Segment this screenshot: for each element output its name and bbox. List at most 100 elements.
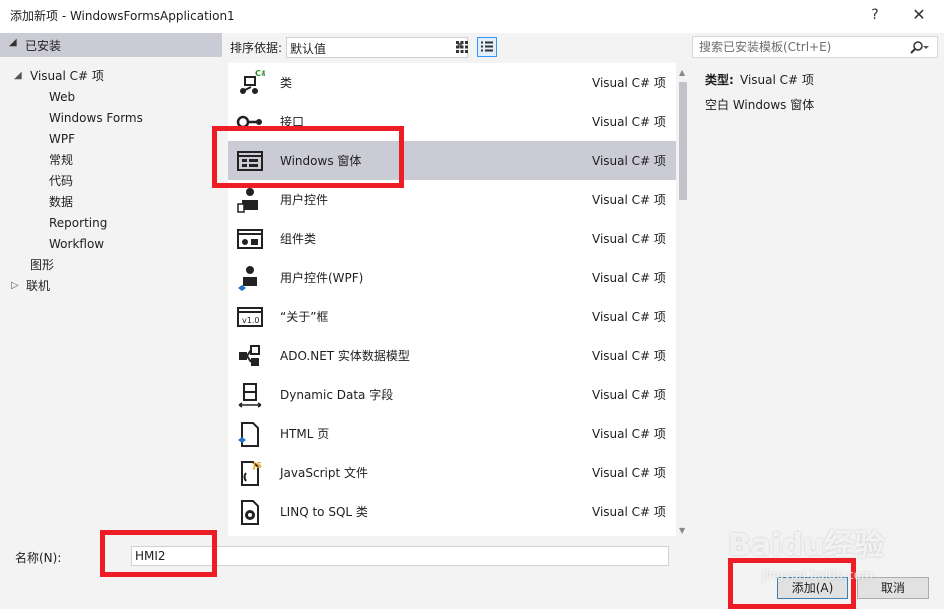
tree-item-label: 常规: [49, 153, 74, 167]
list-view-button[interactable]: [477, 37, 497, 57]
template-type: Visual C# 项: [592, 388, 666, 402]
template-row[interactable]: C# 类 Visual C# 项: [228, 63, 676, 102]
tree-item-label: 联机: [26, 279, 51, 293]
template-type: Visual C# 项: [592, 154, 666, 168]
collapse-arrow-icon[interactable]: ◢: [14, 66, 22, 86]
template-row[interactable]: ADO.NET 实体数据模型 Visual C# 项: [228, 336, 676, 375]
collapse-arrow-icon[interactable]: ◢: [9, 37, 17, 48]
template-name: 接口: [280, 115, 305, 129]
template-name: ADO.NET 实体数据模型: [280, 349, 410, 363]
category-panel: ◢ 已安装 ◢ Visual C# 项 Web Windows Forms WPF 常规代…: [0, 33, 222, 536]
installed-header[interactable]: ◢ 已安装: [0, 33, 222, 57]
template-row[interactable]: JS JavaScript 文件 Visual C# 项: [228, 453, 676, 492]
type-value: Visual C# 项: [740, 73, 814, 87]
template-row[interactable]: v1.0 “关于”框 Visual C# 项: [228, 297, 676, 336]
template-description: 空白 Windows 窗体: [705, 98, 815, 112]
wpf-user-control-icon: [235, 264, 265, 292]
template-name: 类: [280, 76, 293, 90]
template-list-panel: C#类Visual C# 项接口Visual C# 项Windows 窗体Vis…: [222, 60, 690, 536]
template-type: Visual C# 项: [592, 232, 666, 246]
tree-item[interactable]: 数据: [0, 192, 222, 212]
bottom-bar: 名称(N): 添加(A) 取消: [0, 536, 944, 609]
template-type: Visual C# 项: [592, 505, 666, 519]
template-name: Windows 窗体: [280, 154, 362, 168]
template-type: Visual C# 项: [592, 76, 666, 90]
sort-toolbar: 排序依据: 默认值 ▼: [222, 33, 690, 60]
grid-view-button[interactable]: [452, 37, 472, 57]
template-name: LINQ to SQL 类: [280, 505, 368, 519]
about-box-icon: v1.0: [235, 303, 265, 331]
tree-item[interactable]: Workflow: [0, 234, 222, 254]
template-list-scrollbar[interactable]: ▲ ▼: [676, 60, 690, 536]
template-name: “关于”框: [280, 310, 329, 324]
scrollbar-thumb[interactable]: [679, 82, 687, 200]
installed-header-label: 已安装: [25, 39, 62, 53]
html-page-icon: [235, 420, 265, 448]
entity-data-model-icon: [235, 342, 265, 370]
tree-item[interactable]: Windows Forms: [0, 108, 222, 128]
template-name: HTML 页: [280, 427, 330, 441]
template-type: Visual C# 项: [592, 349, 666, 363]
scroll-down-icon[interactable]: ▼: [679, 526, 685, 535]
template-row[interactable]: 接口 Visual C# 项: [228, 102, 676, 141]
expand-arrow-icon[interactable]: ▷: [11, 276, 19, 296]
template-type: Visual C# 项: [592, 115, 666, 129]
name-label: 名称(N):: [15, 551, 62, 565]
search-icon[interactable]: [909, 40, 931, 58]
template-row[interactable]: LINQ to SQL 类 Visual C# 项: [228, 492, 676, 531]
template-row[interactable]: 组件类 Visual C# 项: [228, 219, 676, 258]
name-field[interactable]: [131, 546, 669, 566]
template-type: Visual C# 项: [592, 466, 666, 480]
sort-dropdown[interactable]: 默认值 ▼: [286, 37, 468, 58]
template-row[interactable]: Dynamic Data 字段 Visual C# 项: [228, 375, 676, 414]
template-type: Visual C# 项: [592, 271, 666, 285]
svg-text:C#: C#: [255, 69, 265, 78]
template-row[interactable]: Windows 窗体 Visual C# 项: [228, 141, 676, 180]
template-list: C#类Visual C# 项接口Visual C# 项Windows 窗体Vis…: [228, 63, 676, 536]
cancel-button[interactable]: 取消: [857, 577, 929, 599]
tree-item[interactable]: ▷ 联机: [0, 276, 222, 296]
tree-item-label: WPF: [49, 132, 76, 146]
grid-view-icon: [456, 41, 468, 53]
sort-label: 排序依据:: [230, 41, 283, 55]
template-name: 用户控件: [280, 193, 329, 207]
list-view-icon: [481, 41, 493, 52]
template-row[interactable]: 用户控件(WPF) Visual C# 项: [228, 258, 676, 297]
help-button[interactable]: ?: [864, 4, 886, 26]
svg-text:v1.0: v1.0: [242, 316, 259, 325]
template-search-box[interactable]: [692, 36, 938, 58]
add-button[interactable]: 添加(A): [777, 577, 848, 599]
tree-item[interactable]: ◢ Visual C# 项: [0, 66, 222, 86]
dynamic-data-field-icon: [235, 381, 265, 409]
details-panel: 类型: Visual C# 项 空白 Windows 窗体: [690, 33, 944, 536]
tree-item[interactable]: WPF: [0, 129, 222, 149]
sort-dropdown-value: 默认值: [290, 42, 327, 56]
template-name: Dynamic Data 字段: [280, 388, 394, 402]
close-button[interactable]: ✕: [908, 4, 930, 26]
template-row[interactable]: 用户控件 Visual C# 项: [228, 180, 676, 219]
class-icon: C#: [235, 69, 268, 97]
template-row[interactable]: HTML 页 Visual C# 项: [228, 414, 676, 453]
user-control-icon: [235, 186, 265, 214]
window-title: 添加新项 - WindowsFormsApplication1: [10, 9, 235, 23]
svg-text:JS: JS: [252, 461, 262, 470]
linq-to-sql-icon: [235, 498, 265, 526]
tree-item-label: 数据: [49, 195, 74, 209]
scroll-up-icon[interactable]: ▲: [679, 68, 685, 77]
tree-item[interactable]: 代码: [0, 171, 222, 191]
search-input[interactable]: [697, 39, 901, 55]
interface-icon: [235, 108, 265, 136]
tree-item[interactable]: Web: [0, 87, 222, 107]
tree-item[interactable]: 常规: [0, 150, 222, 170]
template-type: Visual C# 项: [592, 310, 666, 324]
tree-item[interactable]: 图形: [0, 255, 222, 275]
tree-item-label: Windows Forms: [49, 111, 143, 125]
tree-item[interactable]: Reporting: [0, 213, 222, 233]
tree-item-label: 代码: [49, 174, 74, 188]
javascript-file-icon: JS: [235, 459, 265, 487]
template-name: 用户控件(WPF): [280, 271, 364, 285]
type-label: 类型:: [705, 73, 734, 87]
component-class-icon: [235, 225, 265, 253]
template-name: 组件类: [280, 232, 317, 246]
tree-item-label: Reporting: [49, 216, 108, 230]
